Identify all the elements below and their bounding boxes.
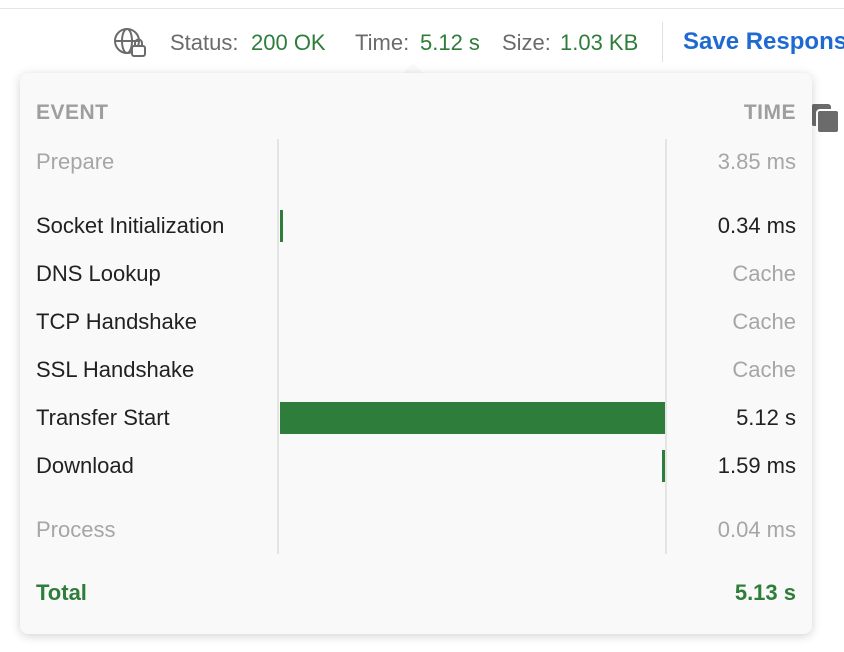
time-value[interactable]: 5.12 s	[420, 30, 480, 56]
timeline-row-prepare: Prepare 3.85 ms	[20, 146, 812, 178]
top-divider	[0, 8, 844, 9]
event-name: Download	[36, 453, 134, 478]
timeline-row-ssl-handshake: SSL Handshake Cache	[20, 354, 812, 386]
total-value: 5.13 s	[734, 580, 796, 605]
timing-bar	[280, 210, 284, 242]
status-value[interactable]: 200 OK	[251, 30, 326, 56]
event-name: Transfer Start	[36, 405, 170, 430]
timeline-row-process: Process 0.04 ms	[20, 514, 812, 546]
event-column-header: EVENT	[36, 101, 109, 124]
response-status-bar: Status: 200 OK Time: 5.12 s Size: 1.03 K…	[0, 22, 844, 62]
save-response-button[interactable]: Save Response	[683, 28, 844, 56]
event-time: 5.12 s	[736, 405, 796, 430]
timeline-row-tcp-handshake: TCP Handshake Cache	[20, 306, 812, 338]
time-column-header: TIME	[743, 101, 796, 124]
timeline-row-socket-initialization: Socket Initialization 0.34 ms	[20, 210, 812, 242]
timeline-row-download: Download 1.59 ms	[20, 450, 812, 482]
timeline-row-transfer-start: Transfer Start 5.12 s	[20, 402, 812, 434]
timeline-row-dns-lookup: DNS Lookup Cache	[20, 258, 812, 290]
timing-bar	[280, 402, 665, 434]
event-name: TCP Handshake	[36, 309, 198, 334]
timing-bar	[662, 450, 665, 482]
response-time-popover: EVENT TIME Prepare 3.85 ms Socket Initia…	[20, 73, 812, 634]
event-name: Process	[36, 517, 116, 542]
event-name: Prepare	[36, 149, 115, 174]
status-label: Status:	[170, 30, 239, 55]
event-time: 1.59 ms	[717, 453, 796, 478]
size-label: Size:	[502, 30, 551, 55]
timeline-start-line	[277, 139, 279, 554]
total-label: Total	[36, 580, 87, 605]
event-name: DNS Lookup	[36, 261, 161, 286]
timeline-end-line	[665, 139, 667, 554]
event-time: 3.85 ms	[717, 149, 796, 174]
status-separator	[662, 22, 663, 62]
time-label: Time:	[355, 30, 410, 55]
event-name: SSL Handshake	[36, 357, 195, 382]
event-time: Cache	[732, 261, 796, 286]
event-name: Socket Initialization	[36, 213, 225, 238]
globe-lock-icon[interactable]	[112, 26, 148, 58]
event-time: Cache	[732, 357, 796, 382]
event-time: 0.04 ms	[717, 517, 796, 542]
event-time: 0.34 ms	[717, 213, 796, 238]
copy-icon[interactable]	[808, 102, 842, 134]
size-value[interactable]: 1.03 KB	[560, 30, 638, 56]
event-time: Cache	[732, 309, 796, 334]
